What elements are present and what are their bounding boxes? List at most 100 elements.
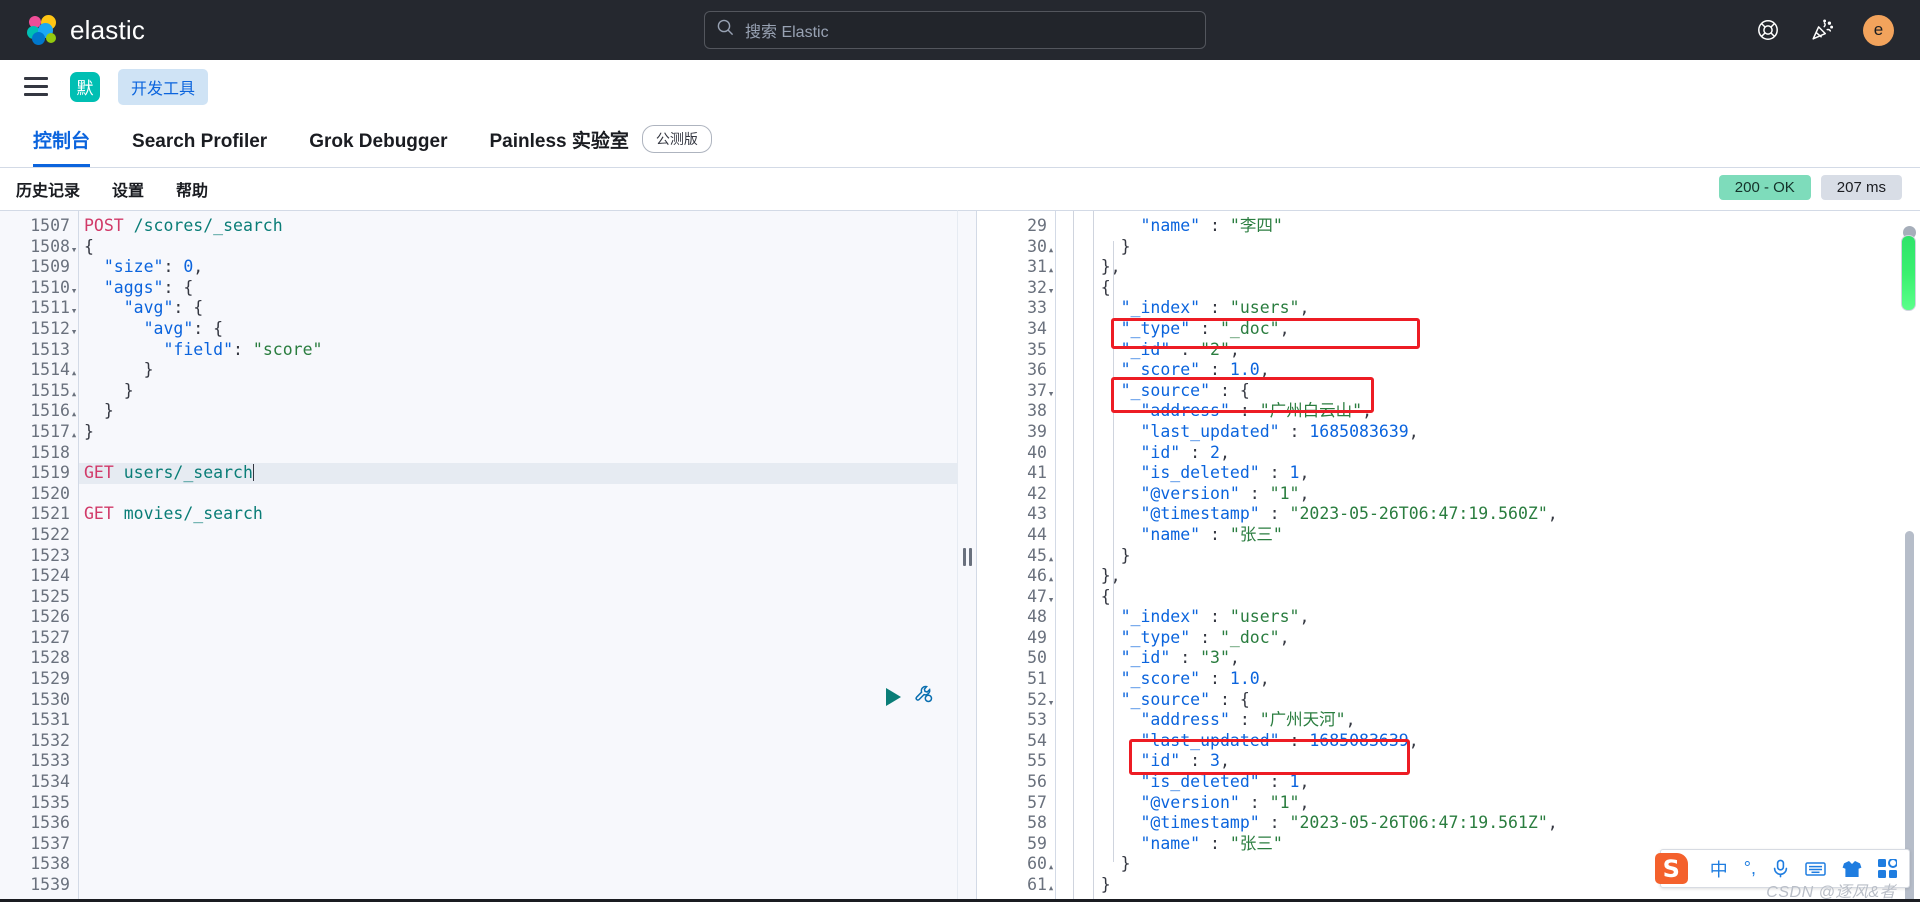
line-number: 38 [977,401,1055,422]
code-line: "last_updated" : 1685083639, [1061,731,1900,752]
editor-code-area[interactable]: POST /scores/_search{ "size": 0, "aggs":… [84,211,957,902]
code-line: "_score" : 1.0, [1061,360,1900,381]
line-number: 1536 [0,813,78,834]
scroll-indicator[interactable] [1901,235,1916,311]
line-number: 1538 [0,854,78,875]
code-line: "last_updated" : 1685083639, [1061,422,1900,443]
code-line [84,607,957,628]
avatar-initial: e [1874,20,1883,40]
tab-console[interactable]: 控制台 [12,126,111,167]
user-avatar[interactable]: e [1863,15,1894,46]
code-line: "_score" : 1.0, [1061,669,1900,690]
code-line [84,669,957,690]
breadcrumb[interactable]: 开发工具 [118,69,208,105]
code-line: "_source" : { [1061,381,1900,402]
tab-grok-debugger[interactable]: Grok Debugger [288,131,468,167]
tab-painless-lab[interactable]: Painless 实验室 公测版 [469,125,733,167]
line-number: 1521 [0,504,78,525]
line-number: 1511▾ [0,298,78,319]
history-button[interactable]: 历史记录 [16,177,80,201]
sogou-s-icon[interactable]: S [1655,853,1688,884]
text-caret [253,464,254,481]
code-line [84,813,957,834]
tab-search-profiler[interactable]: Search Profiler [111,131,288,167]
keyboard-icon[interactable] [1805,861,1826,877]
pane-splitter[interactable] [957,210,977,902]
microphone-icon[interactable] [1772,859,1789,878]
line-number: 46▴ [977,566,1055,587]
code-line: "is_deleted" : 1, [1061,463,1900,484]
line-number: 32▾ [977,278,1055,299]
code-line: "name" : "李四" [1061,216,1900,237]
line-number: 35 [977,340,1055,361]
line-number: 1517▴ [0,422,78,443]
code-line: "_type" : "_doc", [1061,319,1900,340]
hamburger-menu-icon[interactable] [20,71,52,103]
line-number: 41 [977,463,1055,484]
line-number: 1532 [0,731,78,752]
request-editor[interactable]: 15071508▾15091510▾1511▾1512▾15131514▴151… [0,210,957,902]
splitter-grip-icon [963,548,972,566]
code-line: "address" : "广州白云山", [1061,401,1900,422]
settings-button[interactable]: 设置 [112,177,144,201]
help-button[interactable]: 帮助 [176,177,208,201]
code-line [84,443,957,464]
code-line: "_id" : "3", [1061,648,1900,669]
code-line [84,648,957,669]
code-line: { [1061,278,1900,299]
code-line [84,731,957,752]
line-number: 1535 [0,793,78,814]
code-line: "field": "score" [84,340,957,361]
ime-mode-chinese[interactable]: 中 [1710,856,1728,882]
code-line: "_source" : { [1061,690,1900,711]
latency-badge: 207 ms [1821,175,1902,200]
response-scrollbar-thumb[interactable] [1905,531,1914,902]
line-number: 1518 [0,443,78,464]
code-line: "@version" : "1", [1061,484,1900,505]
line-number: 44 [977,525,1055,546]
code-line [84,854,957,875]
response-status: 200 - OK 207 ms [1719,175,1902,200]
line-number: 53 [977,710,1055,731]
global-search-input[interactable]: 搜索 Elastic [745,18,829,42]
line-number: 1539 [0,875,78,896]
line-number: 1516▴ [0,401,78,422]
skin-shirt-icon[interactable] [1842,860,1862,878]
code-line [84,875,957,896]
line-number: 43 [977,504,1055,525]
line-number: 30▴ [977,237,1055,258]
line-number: 50 [977,648,1055,669]
play-triangle-icon[interactable] [886,688,901,706]
console-body: 15071508▾15091510▾1511▾1512▾15131514▴151… [0,210,1920,902]
code-line: } [1061,546,1900,567]
apps-grid-icon[interactable] [1878,859,1897,878]
wrench-icon[interactable] [914,684,934,709]
elastic-brand[interactable]: elastic [27,15,145,46]
code-line [84,772,957,793]
space-avatar-badge[interactable]: 默 [70,72,100,102]
line-number: 56 [977,772,1055,793]
line-number: 29 [977,216,1055,237]
code-line: } [1061,237,1900,258]
code-line [84,690,957,711]
global-search[interactable]: 搜索 Elastic [704,11,1206,49]
code-line: } [84,401,957,422]
news-popper-icon[interactable] [1809,17,1835,43]
code-line: "avg": { [84,319,957,340]
elastic-logo-icon [27,15,58,46]
line-number: 1515▴ [0,381,78,402]
line-number: 31▴ [977,257,1055,278]
request-actions [886,684,934,709]
code-line: GET users/_search [84,463,957,484]
line-number: 47▾ [977,587,1055,608]
elastic-dev-tools-console: elastic 搜索 Elastic [0,0,1920,902]
ime-punctuation-toggle[interactable]: °, [1744,858,1756,879]
code-line: "address" : "广州天河", [1061,710,1900,731]
help-lifebuoy-icon[interactable] [1755,17,1781,43]
breadcrumb-bar: 默 开发工具 [0,60,1920,114]
line-number: 37▾ [977,381,1055,402]
response-viewer[interactable]: 2930▴31▴32▾3334353637▾3839404142434445▴4… [977,210,1920,902]
status-badge: 200 - OK [1719,175,1811,200]
code-line: GET movies/_search [84,504,957,525]
global-search-box[interactable]: 搜索 Elastic [704,11,1206,49]
